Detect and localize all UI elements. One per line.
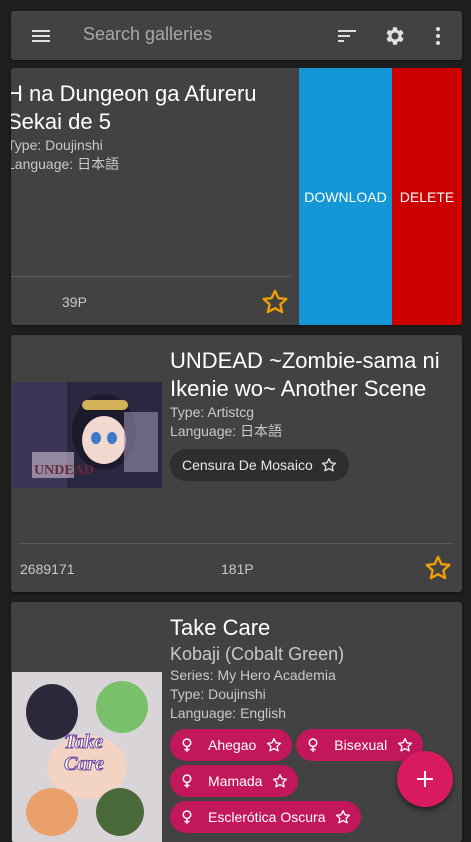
tag-chip[interactable]: Ahegao	[170, 729, 293, 761]
gallery-language: Language: 日本語	[11, 156, 120, 172]
gallery-type: Type: Artistcg	[170, 404, 255, 420]
divider	[11, 276, 291, 277]
gallery-card[interactable]: H na Dungeon ga Afureru Sekai de 5 Type:…	[11, 68, 462, 325]
delete-button[interactable]: DELETE	[392, 68, 462, 325]
tag-label: Censura De Mosaico	[182, 457, 313, 473]
plus-icon	[417, 771, 433, 787]
search-bar[interactable]: Search galleries	[11, 11, 462, 60]
download-button[interactable]: DOWNLOAD	[299, 68, 392, 325]
gallery-language: Language: 日本語	[170, 423, 283, 439]
female-icon	[182, 774, 192, 788]
gallery-type: Type: Doujinshi	[170, 686, 266, 702]
gallery-language: Language: English	[170, 705, 286, 721]
gallery-artist: Kobaji (Cobalt Green)	[170, 644, 345, 664]
gallery-id: 2689171	[20, 561, 75, 577]
add-button[interactable]	[397, 751, 453, 807]
tag-label: Ahegao	[208, 737, 257, 753]
gear-icon[interactable]	[383, 24, 407, 48]
gallery-title: Take Care	[170, 615, 271, 640]
sort-icon[interactable]	[335, 24, 359, 48]
gallery-thumbnail[interactable]: Take Care	[12, 672, 162, 842]
more-options-icon[interactable]	[426, 24, 450, 48]
tag-chip[interactable]: Censura De Mosaico	[170, 449, 349, 481]
tag-star-icon[interactable]	[266, 737, 282, 753]
tag-label: Mamada	[208, 773, 263, 789]
tag-star-icon[interactable]	[397, 737, 413, 753]
female-icon	[182, 738, 192, 752]
female-icon	[182, 810, 192, 824]
menu-icon[interactable]	[29, 24, 53, 48]
page-count: 39P	[62, 294, 87, 310]
gallery-type: Type: Doujinshi	[11, 137, 103, 153]
tag-label: Bisexual	[334, 737, 388, 753]
svg-text:Care: Care	[64, 753, 104, 775]
tag-star-icon[interactable]	[272, 773, 288, 789]
tag-star-icon[interactable]	[335, 809, 351, 825]
gallery-series: Series: My Hero Academia	[170, 667, 336, 683]
gallery-thumbnail[interactable]: UNDEAD	[12, 382, 162, 488]
tag-label: Esclerótica Oscura	[208, 809, 326, 825]
svg-text:Take: Take	[64, 731, 103, 753]
divider	[19, 543, 453, 544]
tag-star-icon[interactable]	[321, 457, 337, 473]
gallery-card[interactable]: Take Care Take Care Kobaji (Cobalt Green…	[11, 602, 462, 842]
favorite-star-icon[interactable]	[261, 288, 289, 316]
svg-text:UNDEAD: UNDEAD	[34, 463, 94, 478]
female-icon	[308, 738, 318, 752]
tag-chip[interactable]: Esclerótica Oscura	[170, 801, 362, 833]
page-count: 181P	[221, 561, 254, 577]
tag-chip[interactable]: Mamada	[170, 765, 299, 797]
gallery-title: H na Dungeon ga Afureru Sekai de 5	[11, 81, 257, 134]
favorite-star-icon[interactable]	[424, 554, 452, 582]
gallery-card[interactable]: UNDEAD UNDEAD ~Zombie-sama ni Ikenie wo~…	[11, 335, 462, 592]
tag-chip[interactable]: Bisexual	[296, 729, 424, 761]
search-input[interactable]: Search galleries	[83, 24, 212, 45]
gallery-title: UNDEAD ~Zombie-sama ni Ikenie wo~ Anothe…	[170, 348, 440, 401]
